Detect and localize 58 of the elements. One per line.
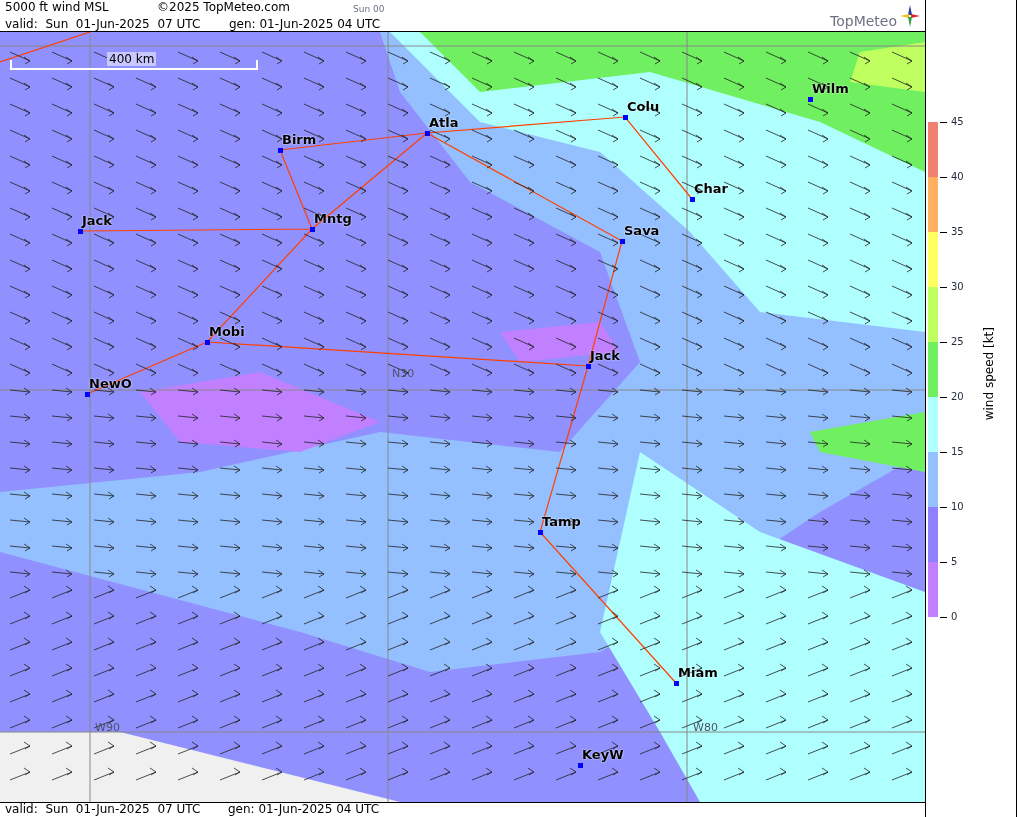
tick-mark [940,231,947,233]
city-marker-icon [690,197,695,202]
city-marker-icon [85,392,90,397]
tick-mark [940,451,947,453]
city-marker-icon [538,530,543,535]
tick-mark [940,561,947,563]
legend-tick-label: 40 [951,171,964,183]
legend-tick-label: 45 [951,116,964,128]
legend-tick-label: 15 [951,446,964,458]
city-label: Sava [624,223,660,238]
city-marker-icon [620,239,625,244]
tick-mark [940,616,947,618]
city-marker-icon [674,681,679,686]
tick-mark [940,506,947,508]
city-label: Miam [678,665,718,680]
legend-tick-label: 20 [951,391,964,403]
city-marker-icon [310,227,315,232]
city-marker-icon [808,97,813,102]
legend-tick-label: 35 [951,226,964,238]
valid-time: valid: Sun 01-Jun-2025 07 UTC [5,803,202,817]
city-label: Jack [82,213,112,228]
city-label: Tamp [542,514,581,529]
city-marker-icon [623,115,628,120]
city-label: Colu [627,99,660,114]
city-label: Atla [429,115,459,130]
grid-label: N30 [392,366,415,382]
city-label: Birm [282,132,317,147]
legend-tick-label: 30 [951,281,964,293]
logo-text: TopMeteo [830,14,897,29]
city-marker-icon [425,131,430,136]
city-label: Char [694,181,728,196]
city-marker-icon [578,763,583,768]
city-marker-icon [278,148,283,153]
tick-mark [940,396,947,398]
valid-time: valid: Sun 01-Jun-2025 07 UTC [5,17,202,32]
copyright-text: ©2025 TopMeteo.com [157,0,291,16]
city-marker-icon [78,229,83,234]
legend-tick-label: 25 [951,336,964,348]
grid-label: W90 [95,720,120,736]
scale-label: 400 km [107,52,157,66]
legend-tick-label: 10 [951,501,964,513]
tick-mark [940,176,947,178]
legend-axis-title: wind speed [kt] [981,326,996,421]
tick-mark [940,341,947,343]
run-label: Sun 00 [353,3,385,16]
generated-time: gen: 01-Jun-2025 04 UTC [228,803,380,817]
city-label: KeyW [582,747,624,762]
tick-mark [940,286,947,288]
legend-tick-label: 0 [951,611,958,623]
city-marker-icon [205,340,210,345]
tick-mark [940,121,947,123]
city-label: Jack [590,348,620,363]
legend-tick-label: 5 [951,556,958,568]
city-marker-icon [586,364,591,369]
map-title: 5000 ft wind MSL [5,0,110,16]
city-label: Wilm [812,81,849,96]
grid-label: W80 [693,720,718,736]
generated-time: gen: 01-Jun-2025 04 UTC [229,17,381,32]
